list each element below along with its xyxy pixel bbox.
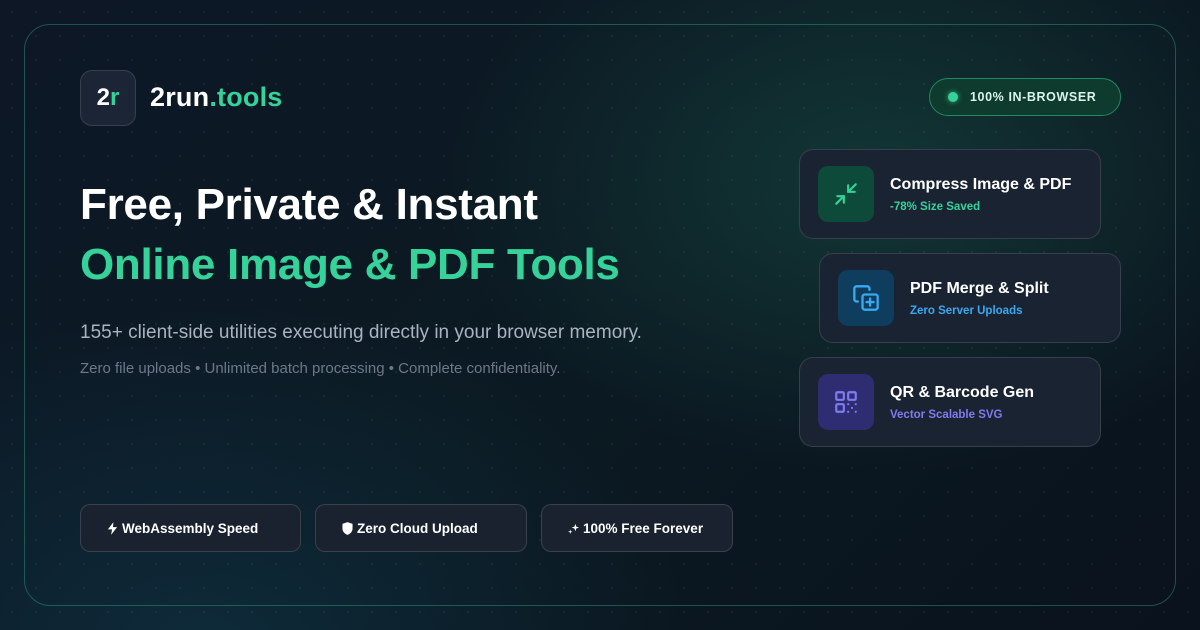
logo-mark-main: 2 [96, 84, 110, 111]
logo-mark[interactable]: 2r [80, 70, 136, 126]
pill-label: WebAssembly Speed [122, 520, 259, 536]
in-browser-badge: 100% IN-BROWSER [929, 78, 1121, 116]
pill-webassembly-speed[interactable]: WebAssembly Speed [80, 504, 301, 552]
tool-card-merge[interactable]: PDF Merge & Split Zero Server Uploads [819, 253, 1121, 343]
badge-label: 100% IN-BROWSER [970, 90, 1097, 104]
sparkle-icon [566, 522, 580, 535]
tool-meta: Zero Server Uploads [910, 304, 1023, 317]
tool-card-qr[interactable]: QR & Barcode Gen Vector Scalable SVG [799, 357, 1101, 447]
qr-code-icon [818, 374, 874, 430]
pill-label: 100% Free Forever [583, 520, 704, 536]
pill-label: Zero Cloud Upload [357, 520, 478, 536]
tool-meta: Vector Scalable SVG [890, 408, 1003, 421]
compress-icon [818, 166, 874, 222]
subtitle: 155+ client-side utilities executing dir… [80, 322, 642, 343]
brand-name-accent: .tools [209, 82, 283, 112]
tool-title: QR & Barcode Gen [890, 383, 1035, 401]
brand-name-main: 2run [150, 82, 210, 112]
tool-card-compress[interactable]: Compress Image & PDF -78% Size Saved [799, 149, 1101, 239]
merge-icon [838, 270, 894, 326]
tool-title: PDF Merge & Split [910, 279, 1049, 297]
status-dot-icon [948, 92, 958, 102]
logo-mark-accent: r [110, 84, 120, 111]
headline-line-2: Online Image & PDF Tools [80, 240, 620, 289]
tool-title: Compress Image & PDF [890, 175, 1072, 193]
pill-free-forever[interactable]: 100% Free Forever [541, 504, 733, 552]
shield-icon [340, 521, 354, 535]
lightning-icon [105, 521, 119, 535]
headline-line-1: Free, Private & Instant [80, 180, 538, 229]
features-line: Zero file uploads • Unlimited batch proc… [80, 360, 561, 377]
brand-name[interactable]: 2run.tools [150, 82, 283, 113]
tool-meta: -78% Size Saved [890, 200, 981, 213]
pill-zero-cloud-upload[interactable]: Zero Cloud Upload [315, 504, 527, 552]
